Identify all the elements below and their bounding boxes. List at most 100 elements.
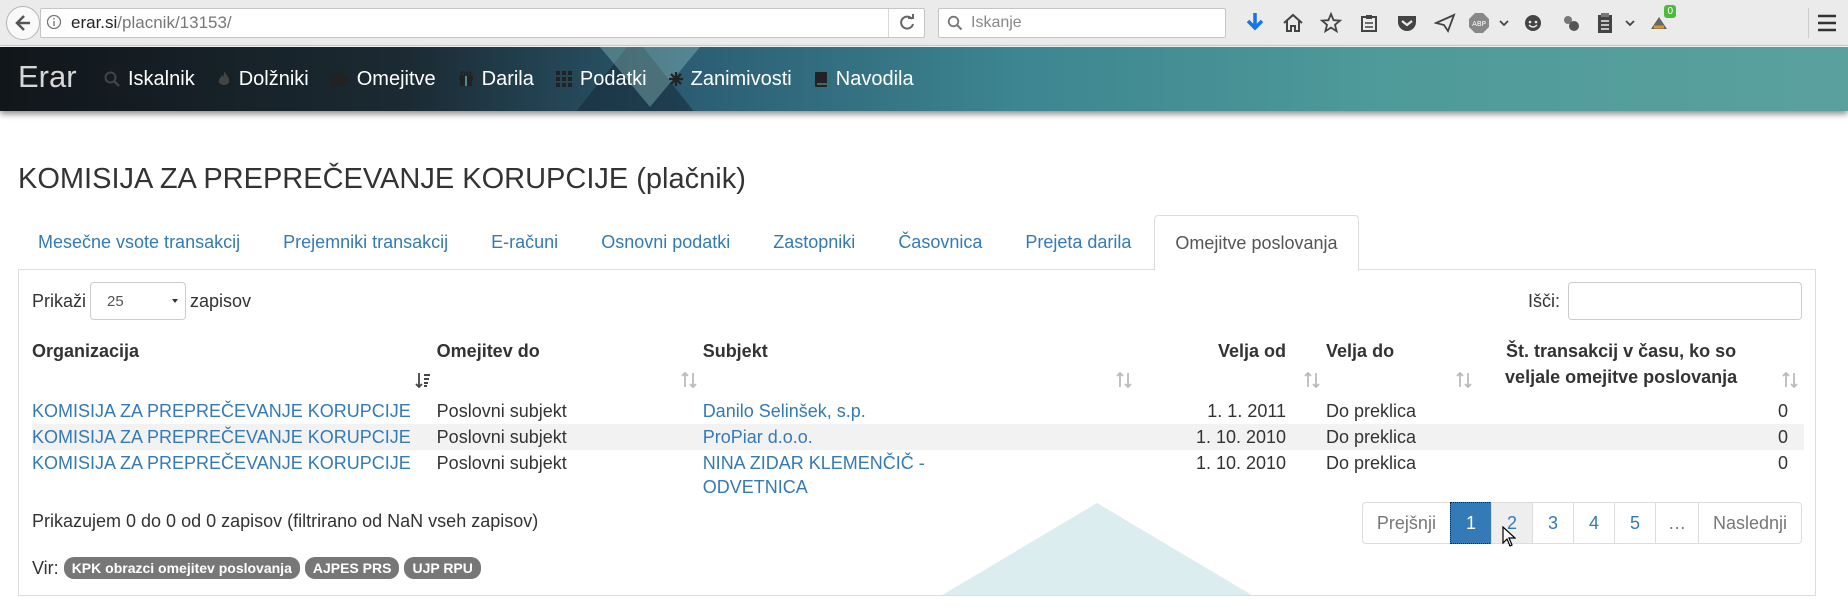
pagination-page-4[interactable]: 4 [1572, 502, 1615, 544]
pocket-icon[interactable] [1388, 8, 1426, 38]
asterisk-icon [668, 72, 683, 86]
table-header-row: Organizacija Omejitev do Subjekt Velja o… [32, 332, 1804, 398]
cell-st-transakcij: 0 [1777, 453, 1788, 473]
nav-item-label: Darila [481, 67, 534, 90]
table-row: KOMISIJA ZA PREPREČEVANJE KORUPCIJE Posl… [32, 398, 1804, 424]
mouse-cursor-icon [1502, 525, 1517, 553]
pagination-page-3[interactable]: 3 [1531, 502, 1574, 544]
adblock-icon[interactable]: ABP [1464, 8, 1494, 38]
nav-item-iskalnik[interactable]: Iskalnik [104, 68, 195, 91]
column-header-velja-od[interactable]: Velja od [1138, 332, 1326, 398]
cell-organizacija: KOMISIJA ZA PREPREČEVANJE KORUPCIJE [32, 398, 437, 424]
nav-item-darila[interactable]: Darila [458, 68, 534, 91]
back-button[interactable] [6, 6, 40, 40]
cell-velja-od: 1. 10. 2010 [1137, 424, 1327, 450]
nav-menu: Iskalnik Dolžniki Omejitve Darila Podatk… [104, 47, 936, 111]
cell-omejitev: Poslovni subjekt [436, 424, 703, 450]
tab-osnovni-podatki[interactable]: Osnovni podatki [581, 215, 750, 270]
cell-subjekt: Danilo Selinšek, s.p. [703, 398, 1138, 424]
subject-link[interactable]: NINA ZIDAR KLEMENČIČ - ODVETNICA [703, 453, 925, 497]
nav-item-label: Dolžniki [238, 67, 309, 90]
cell-velja-do: Do preklica [1326, 453, 1417, 473]
source-badge[interactable]: AJPES PRS [304, 557, 400, 579]
cell-omejitev: Poslovni subjekt [436, 453, 567, 473]
send-icon[interactable] [1426, 8, 1464, 38]
tab-mesecne-vsote[interactable]: Mesečne vsote transakcij [18, 215, 260, 270]
column-header-omejitev-do[interactable]: Omejitev do [437, 332, 703, 398]
pagination-next[interactable]: Naslednji [1697, 502, 1802, 544]
subject-link[interactable]: ProPiar d.o.o. [703, 427, 813, 447]
sort-ascending-icon [415, 372, 431, 388]
clipboard-list-icon[interactable] [1590, 8, 1620, 38]
column-header-velja-do[interactable]: Velja do [1326, 332, 1478, 398]
column-header-label: Organizacija [32, 341, 140, 361]
tab-prejemniki[interactable]: Prejemniki transakcij [263, 215, 468, 270]
cell-velja-od: 1. 10. 2010 [1195, 453, 1287, 473]
nav-item-zanimivosti[interactable]: Zanimivosti [668, 68, 792, 91]
hamburger-menu-button[interactable] [1808, 8, 1844, 38]
table-search-input[interactable] [1568, 282, 1802, 320]
extension-icon[interactable] [1552, 8, 1590, 38]
tab-casovnica[interactable]: Časovnica [878, 215, 1002, 270]
nav-item-podatki[interactable]: Podatki [555, 67, 647, 91]
restrictions-table: Organizacija Omejitev do Subjekt Velja o… [32, 332, 1804, 500]
browser-search-box[interactable] [938, 8, 1226, 38]
tab-e-racuni[interactable]: E-računi [471, 215, 578, 270]
browser-search-input[interactable] [969, 13, 1219, 33]
cell-subjekt: NINA ZIDAR KLEMENČIČ - ODVETNICA [703, 450, 1138, 500]
chevron-down-icon[interactable] [1494, 8, 1514, 38]
download-icon[interactable] [1236, 8, 1274, 38]
clipboard-icon[interactable] [1350, 8, 1388, 38]
star-icon[interactable] [1312, 8, 1350, 38]
column-header-label: Subjekt [702, 341, 768, 361]
arrow-left-icon [15, 15, 30, 31]
nav-item-navodila[interactable]: Navodila [814, 68, 914, 91]
briefcase-icon [331, 71, 349, 87]
column-header-organizacija[interactable]: Organizacija [32, 332, 437, 398]
subject-link[interactable]: Danilo Selinšek, s.p. [703, 401, 866, 421]
search-icon [947, 15, 963, 31]
column-header-st-transakcij[interactable]: Št. transakcij v času, ko so veljale ome… [1478, 332, 1804, 398]
nav-item-dolzniki[interactable]: Dolžniki [217, 68, 309, 91]
tab-prejeta-darila[interactable]: Prejeta darila [1005, 215, 1151, 270]
url-bar[interactable]: erar.si/placnik/13153/ [40, 8, 925, 38]
table-filter: Išči: [1528, 282, 1802, 320]
chat-icon[interactable] [1514, 8, 1552, 38]
source-badge[interactable]: KPK obrazci omejitev poslovanja [63, 557, 300, 579]
chevron-down-icon[interactable] [1620, 8, 1640, 38]
table-info: Prikazujem 0 do 0 od 0 zapisov (filtrira… [32, 511, 539, 531]
tab-omejitve-poslovanja[interactable]: Omejitve poslovanja [1154, 215, 1359, 271]
source-badge[interactable]: UJP RPU [404, 557, 481, 579]
url-text: erar.si/placnik/13153/ [67, 13, 232, 33]
pagination: Prejšnji 1 2 3 4 5 … Naslednji [1361, 502, 1802, 544]
pagination-previous[interactable]: Prejšnji [1361, 502, 1451, 544]
sort-icon [1304, 372, 1320, 388]
cell-velja-do: Do preklica [1326, 424, 1479, 450]
organization-link[interactable]: KOMISIJA ZA PREPREČEVANJE KORUPCIJE [32, 453, 411, 473]
cell-organizacija: KOMISIJA ZA PREPREČEVANJE KORUPCIJE [32, 450, 437, 500]
home-icon[interactable] [1274, 8, 1312, 38]
column-header-label: Omejitev do [436, 341, 540, 361]
tab-zastopniki[interactable]: Zastopniki [753, 215, 875, 270]
nav-item-omejitve[interactable]: Omejitve [331, 68, 436, 91]
nav-item-label: Navodila [835, 67, 914, 90]
table-row: KOMISIJA ZA PREPREČEVANJE KORUPCIJE Posl… [32, 424, 1804, 450]
nav-item-label: Podatki [579, 67, 647, 90]
column-header-subjekt[interactable]: Subjekt [703, 332, 1138, 398]
caret-down-icon [172, 299, 179, 303]
organization-link[interactable]: KOMISIJA ZA PREPREČEVANJE KORUPCIJE [32, 427, 411, 447]
addon-icon[interactable]: 0 [1640, 5, 1678, 38]
reload-button[interactable] [888, 9, 924, 37]
organization-link[interactable]: KOMISIJA ZA PREPREČEVANJE KORUPCIJE [32, 401, 411, 421]
page-length-value: 25 [107, 292, 124, 310]
gift-icon [458, 71, 474, 87]
info-icon[interactable] [41, 14, 67, 33]
cell-omejitev: Poslovni subjekt [436, 401, 567, 421]
pagination-page-1[interactable]: 1 [1449, 502, 1492, 544]
nav-item-label: Iskalnik [128, 67, 195, 90]
pagination-page-5[interactable]: 5 [1613, 502, 1656, 544]
sort-icon [1456, 372, 1472, 388]
page-length-select[interactable]: 25 [90, 282, 187, 320]
brand-logo[interactable]: Erar [18, 59, 77, 95]
cell-st-transakcij: 0 [1478, 424, 1804, 450]
